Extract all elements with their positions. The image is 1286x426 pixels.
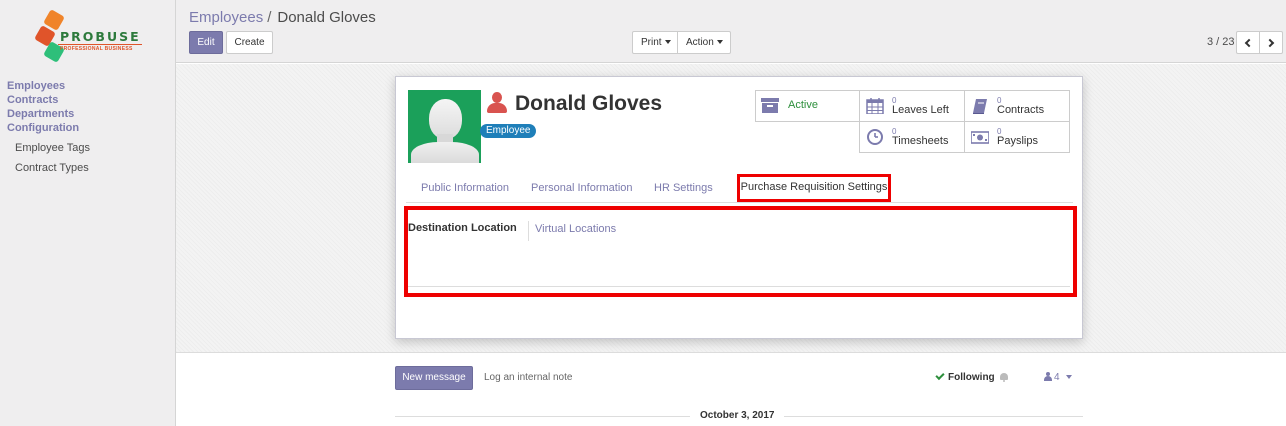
pager-next-button[interactable] <box>1259 31 1283 54</box>
employee-name: Donald Gloves <box>515 92 663 115</box>
book-icon <box>973 99 987 114</box>
tab-purchase-requisition-settings[interactable]: Purchase Requisition Settings <box>737 174 891 202</box>
chevron-left-icon <box>1244 38 1254 48</box>
followers-dropdown[interactable]: 4 <box>1044 372 1072 383</box>
employee-tag-badge[interactable]: Employee <box>480 124 537 138</box>
timesheets-label: Timesheets <box>892 135 949 147</box>
contracts-label: Contracts <box>997 104 1045 116</box>
form-sheet: Donald Gloves Employee Active 0 Leaves L… <box>395 76 1083 339</box>
bell-icon[interactable] <box>1000 373 1008 382</box>
clock-icon <box>867 129 883 145</box>
calendar-icon <box>866 98 884 114</box>
logo-brand: PROBUSE <box>60 29 141 44</box>
employee-avatar[interactable] <box>408 90 481 163</box>
check-icon <box>935 370 945 381</box>
field-separator <box>528 221 529 241</box>
destination-location-label: Destination Location <box>408 222 517 234</box>
sidebar-item-contract-types[interactable]: Contract Types <box>7 158 90 178</box>
print-dropdown[interactable]: Print <box>632 31 678 54</box>
sidebar-menu: Employees Contracts Departments Configur… <box>7 79 90 178</box>
action-dropdown[interactable]: Action <box>677 31 731 54</box>
tab-personal-information[interactable]: Personal Information <box>531 181 633 195</box>
control-panel: Employees / Donald Gloves Edit Create Prin… <box>176 0 1286 63</box>
followers-count: 4 <box>1054 372 1060 383</box>
leaves-label: Leaves Left <box>892 104 949 116</box>
new-message-button[interactable]: New message <box>395 366 473 390</box>
archive-icon <box>761 98 779 113</box>
contracts-button[interactable]: 0 Contracts <box>964 90 1070 122</box>
message-date: October 3, 2017 <box>690 410 785 421</box>
create-button[interactable]: Create <box>226 31 273 54</box>
tab-public-information[interactable]: Public Information <box>421 181 509 195</box>
sidebar-item-contracts[interactable]: Contracts <box>7 93 90 107</box>
print-label: Print <box>641 37 662 48</box>
logo-tagline: PROFESSIONAL BUSINESS <box>60 46 133 52</box>
edit-button[interactable]: Edit <box>189 31 223 54</box>
breadcrumb-current: Donald Gloves <box>277 9 376 26</box>
following-label: Following <box>948 372 995 383</box>
following-button[interactable]: Following <box>935 370 995 383</box>
pager-previous-button[interactable] <box>1236 31 1260 54</box>
breadcrumb: Employees / Donald Gloves <box>189 9 376 26</box>
log-note-link[interactable]: Log an internal note <box>484 372 572 383</box>
sidebar: PROBUSE PROFESSIONAL BUSINESS Employees … <box>0 0 176 426</box>
destination-location-field[interactable]: Virtual Locations <box>535 223 616 235</box>
chevron-right-icon <box>1265 38 1275 48</box>
probuse-logo[interactable]: PROBUSE PROFESSIONAL BUSINESS <box>34 8 146 70</box>
highlight-box <box>404 206 1077 297</box>
content-divider <box>408 286 1070 287</box>
breadcrumb-employees[interactable]: Employees <box>189 9 263 26</box>
logo-divider <box>58 44 142 45</box>
user-icon <box>487 92 507 114</box>
caret-down-icon <box>716 40 723 45</box>
caret-down-icon <box>1065 375 1072 380</box>
avatar-head <box>429 99 462 139</box>
active-label: Active <box>788 99 818 111</box>
caret-down-icon <box>664 40 671 45</box>
sidebar-item-employee-tags[interactable]: Employee Tags <box>7 138 90 158</box>
timesheets-button[interactable]: 0 Timesheets <box>859 121 965 153</box>
avatar-body <box>411 142 479 163</box>
payslips-label: Payslips <box>997 135 1038 147</box>
users-icon <box>1044 372 1052 381</box>
pager-value[interactable]: 3 / 23 <box>1207 36 1235 48</box>
breadcrumb-separator: / <box>267 9 272 26</box>
leaves-left-button[interactable]: 0 Leaves Left <box>859 90 965 122</box>
tab-hr-settings[interactable]: HR Settings <box>654 181 713 195</box>
money-icon <box>971 131 989 144</box>
sidebar-item-configuration[interactable]: Configuration <box>7 121 90 135</box>
sidebar-item-departments[interactable]: Departments <box>7 107 90 121</box>
tab-divider <box>406 202 1073 203</box>
payslips-button[interactable]: 0 Payslips <box>964 121 1070 153</box>
action-label: Action <box>686 37 714 48</box>
sidebar-item-employees[interactable]: Employees <box>7 79 90 93</box>
